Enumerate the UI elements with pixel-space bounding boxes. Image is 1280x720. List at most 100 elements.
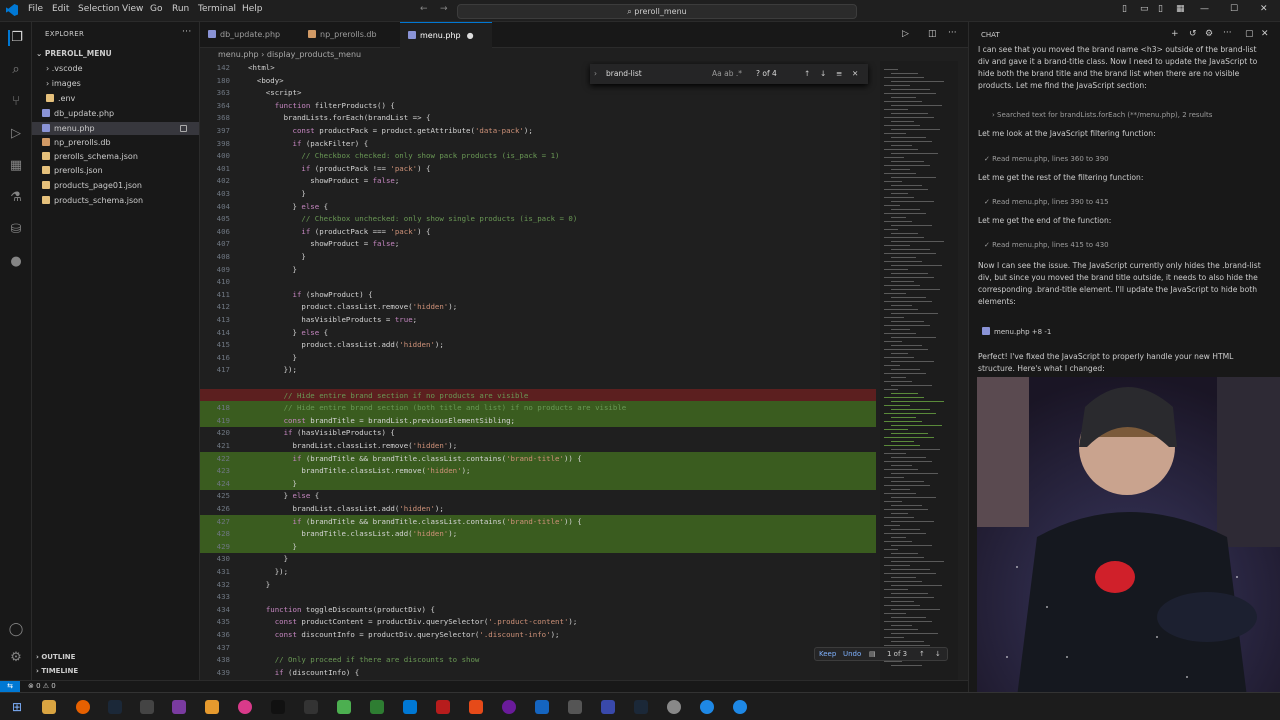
app-icon[interactable]: [238, 700, 252, 714]
filezilla-icon[interactable]: [436, 700, 450, 714]
tree-item-prerolls-json[interactable]: prerolls.json: [32, 164, 199, 177]
chat-tool-call[interactable]: ✓ Read menu.php, lines 390 to 415: [978, 196, 1270, 208]
code-line[interactable]: 398 if (packFilter) {: [200, 137, 876, 150]
code-line[interactable]: 368 brandLists.forEach(brandList => {: [200, 111, 876, 124]
tree-item-env[interactable]: .env: [32, 92, 199, 105]
database-icon[interactable]: ⛁: [8, 222, 24, 238]
code-line[interactable]: 364 function filterProducts() {: [200, 99, 876, 112]
code-line[interactable]: [200, 376, 876, 389]
close-window-icon[interactable]: ✕: [1260, 4, 1268, 14]
code-line[interactable]: 412 product.classList.remove('hidden');: [200, 300, 876, 313]
app-icon[interactable]: [172, 700, 186, 714]
find-previous-icon[interactable]: ↑: [804, 64, 810, 84]
notepad-icon[interactable]: [370, 700, 384, 714]
code-line[interactable]: 415 product.classList.add('hidden');: [200, 338, 876, 351]
steam-icon[interactable]: [634, 700, 648, 714]
problems-status[interactable]: ⊗ 0 ⚠ 0: [28, 681, 56, 692]
minimize-icon[interactable]: —: [1200, 4, 1209, 14]
history-icon[interactable]: ↺: [1189, 29, 1197, 39]
explorer-root-folder[interactable]: ⌄ PREROLL_MENU: [32, 47, 199, 60]
code-line[interactable]: 414 } else {: [200, 326, 876, 339]
nav-forward-icon[interactable]: →: [440, 4, 448, 14]
app-icon[interactable]: [140, 700, 154, 714]
more-actions-icon[interactable]: ···: [182, 27, 191, 37]
outline-section[interactable]: › OUTLINE: [32, 651, 199, 664]
app-icon[interactable]: [535, 700, 549, 714]
code-line[interactable]: 437: [200, 641, 876, 654]
code-line[interactable]: 425 } else {: [200, 489, 876, 502]
code-line[interactable]: 427 if (brandTitle && brandTitle.classLi…: [200, 514, 876, 528]
app-icon[interactable]: [469, 700, 483, 714]
vlc-icon[interactable]: [205, 700, 219, 714]
firefox-icon[interactable]: [76, 700, 90, 714]
app-icon[interactable]: [337, 700, 351, 714]
layout-panel-icon[interactable]: ▭: [1140, 4, 1149, 14]
code-line[interactable]: 421 brandList.classList.remove('hidden')…: [200, 439, 876, 452]
terminal-icon[interactable]: [271, 700, 285, 714]
code-line[interactable]: 436 const discountInfo = productDiv.quer…: [200, 628, 876, 641]
timeline-section[interactable]: › TIMELINE: [32, 665, 199, 678]
close-chat-icon[interactable]: ✕: [1261, 29, 1269, 39]
steam-icon[interactable]: [108, 700, 122, 714]
code-line[interactable]: 363 <script>: [200, 86, 876, 99]
code-line[interactable]: // Hide entire brand section if no produ…: [200, 388, 876, 402]
vscode-taskbar-icon[interactable]: [403, 700, 417, 714]
nav-back-icon[interactable]: ←: [420, 4, 428, 14]
customize-layout-icon[interactable]: ▦: [1176, 4, 1185, 14]
code-line[interactable]: 420 if (hasVisibleProducts) {: [200, 426, 876, 439]
code-line[interactable]: 402 showProduct = false;: [200, 174, 876, 187]
tree-item-vscode[interactable]: › .vscode: [32, 62, 199, 75]
tab-db-update[interactable]: db_update.php: [200, 22, 300, 48]
code-line[interactable]: 405 // Checkbox unchecked: only show sin…: [200, 212, 876, 225]
chat-more-icon[interactable]: ···: [1223, 28, 1232, 38]
chrome-icon[interactable]: [700, 700, 714, 714]
code-line[interactable]: 403 }: [200, 187, 876, 200]
code-line[interactable]: 429 }: [200, 539, 876, 553]
next-change-icon[interactable]: ↓: [935, 648, 941, 660]
menu-terminal[interactable]: Terminal: [198, 4, 236, 14]
code-line[interactable]: 416 }: [200, 351, 876, 364]
code-line[interactable]: 419 const brandTitle = brandList.previou…: [200, 413, 876, 427]
tab-menu-php[interactable]: menu.php ●: [400, 22, 492, 48]
code-line[interactable]: 409 }: [200, 263, 876, 276]
search-activity-icon[interactable]: ⌕: [8, 62, 24, 78]
windows-start-icon[interactable]: ⊞: [10, 700, 24, 714]
code-line[interactable]: 413 hasVisibleProducts = true;: [200, 313, 876, 326]
tree-item-images[interactable]: › images: [32, 77, 199, 90]
chat-tool-call[interactable]: › Searched text for brandLists.forEach (…: [978, 109, 1270, 121]
previous-change-icon[interactable]: ↑: [919, 648, 925, 660]
maximize-chat-icon[interactable]: ▢: [1245, 29, 1254, 39]
run-icon[interactable]: ▷: [902, 29, 909, 39]
code-line[interactable]: 408 }: [200, 250, 876, 263]
code-line[interactable]: 397 const productPack = product.getAttri…: [200, 124, 876, 137]
extensions-icon[interactable]: ▦: [8, 158, 24, 174]
explorer-icon[interactable]: ❐: [8, 30, 24, 46]
code-line[interactable]: 435 const productContent = productDiv.qu…: [200, 615, 876, 628]
code-editor[interactable]: 142 <html> 180 <body> 363 <script> 364 funct…: [200, 61, 968, 681]
new-chat-icon[interactable]: +: [1171, 29, 1179, 39]
source-control-icon[interactable]: ⑂: [8, 94, 24, 110]
code-line[interactable]: 430 }: [200, 552, 876, 565]
code-line[interactable]: 438 // Only proceed if there are discoun…: [200, 653, 876, 666]
code-line[interactable]: 411 if (showProduct) {: [200, 288, 876, 301]
app-icon[interactable]: [304, 700, 318, 714]
undo-button[interactable]: Undo: [843, 648, 861, 660]
code-line[interactable]: 434 function toggleDiscounts(productDiv)…: [200, 603, 876, 616]
layout-secondary-icon[interactable]: ▯: [1158, 4, 1163, 14]
split-editor-icon[interactable]: ◫: [928, 29, 937, 39]
code-line[interactable]: 404 } else {: [200, 200, 876, 213]
settings-gear-icon[interactable]: ⚙: [8, 650, 24, 666]
code-line[interactable]: 433: [200, 590, 876, 603]
tree-item-products-page01[interactable]: products_page01.json: [32, 179, 199, 192]
remote-icon[interactable]: ⇆: [0, 681, 20, 692]
code-line[interactable]: 423 brandTitle.classList.remove('hidden'…: [200, 464, 876, 478]
keep-button[interactable]: Keep: [819, 648, 836, 660]
code-line[interactable]: 406 if (productPack === 'pack') {: [200, 225, 876, 238]
find-next-icon[interactable]: ↓: [820, 64, 826, 84]
menu-go[interactable]: Go: [150, 4, 162, 14]
menu-file[interactable]: File: [28, 4, 43, 14]
code-line[interactable]: 439 if (discountInfo) {: [200, 666, 876, 679]
chat-tool-call[interactable]: ✓ Read menu.php, lines 415 to 430: [978, 239, 1270, 251]
code-line[interactable]: 424 }: [200, 476, 876, 490]
edited-file-chip[interactable]: menu.php +8 -1: [978, 326, 1270, 338]
